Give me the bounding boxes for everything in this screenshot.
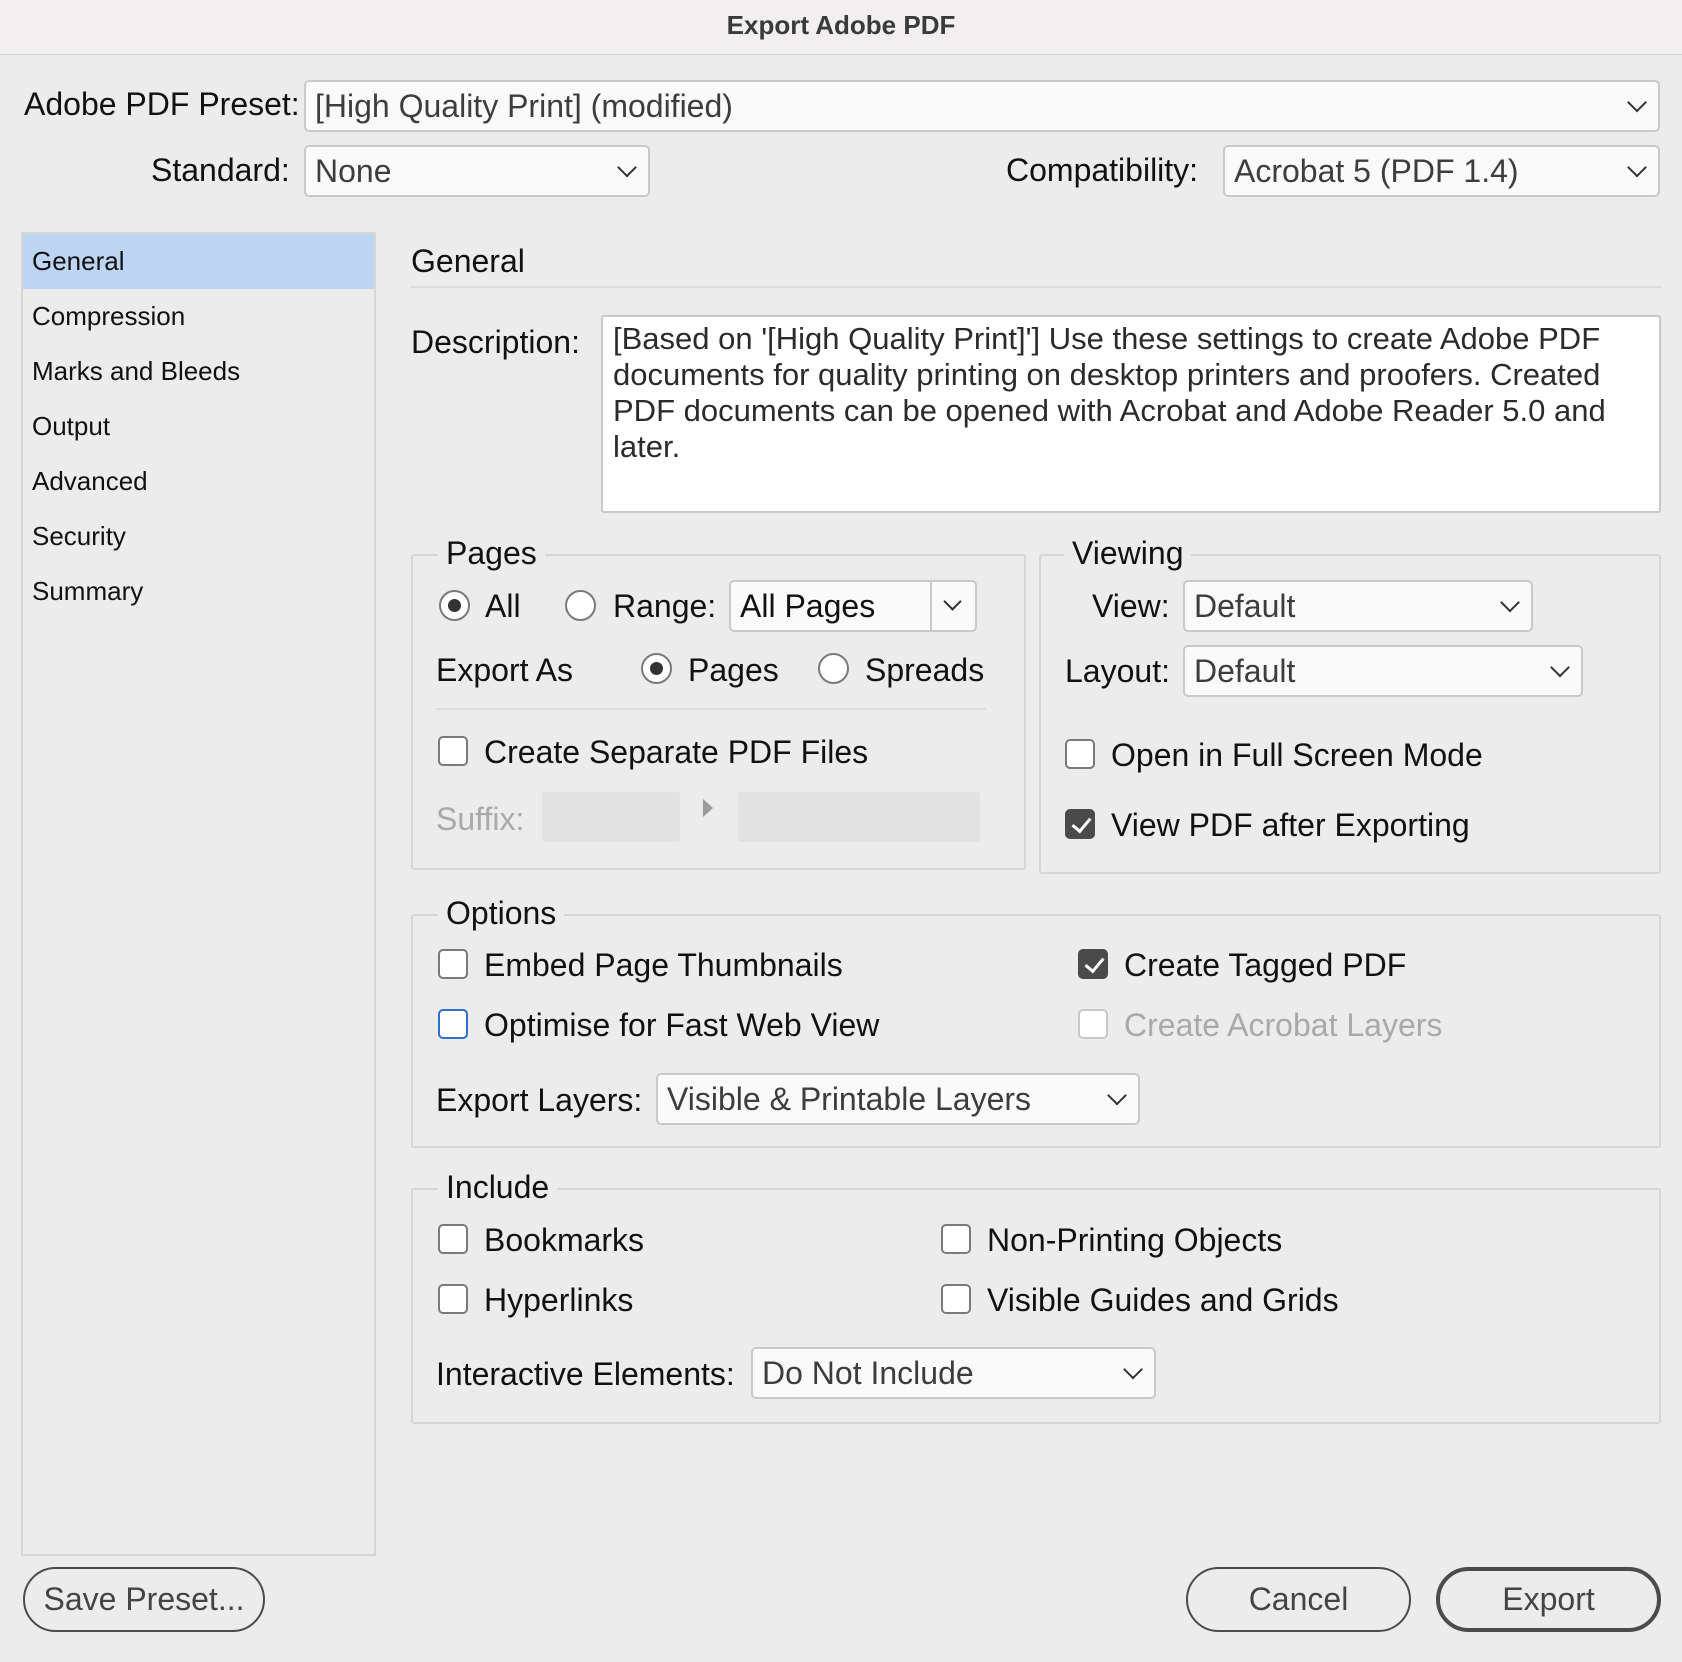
interactive-elements-dropdown[interactable]: Do Not Include	[751, 1347, 1156, 1399]
full-screen-checkbox[interactable]	[1065, 739, 1095, 769]
range-radio[interactable]	[565, 590, 596, 621]
bookmarks-checkbox[interactable]	[438, 1224, 468, 1254]
sidebar-item-security[interactable]: Security	[23, 509, 374, 564]
viewing-legend: Viewing	[1064, 533, 1192, 573]
view-after-export-checkbox[interactable]	[1065, 809, 1095, 839]
export-layers-value: Visible & Printable Layers	[667, 1080, 1032, 1117]
export-as-label: Export As	[436, 652, 573, 688]
preset-value: [High Quality Print] (modified)	[315, 87, 733, 124]
suffix-label: Suffix:	[436, 801, 525, 837]
preset-dropdown[interactable]: [High Quality Print] (modified)	[304, 80, 1660, 132]
sidebar-item-output[interactable]: Output	[23, 399, 374, 454]
chevron-down-icon	[1550, 657, 1570, 678]
suffix-input	[542, 792, 680, 842]
sidebar-item-compression[interactable]: Compression	[23, 289, 374, 344]
preset-label: Adobe PDF Preset:	[24, 86, 300, 122]
separate-files-label: Create Separate PDF Files	[484, 734, 869, 770]
layout-value: Default	[1194, 652, 1296, 689]
compatibility-label: Compatibility:	[1006, 152, 1199, 188]
chevron-down-icon	[1627, 92, 1647, 113]
range-combobox[interactable]: All Pages	[729, 580, 977, 632]
view-value: Default	[1194, 587, 1296, 624]
standard-value: None	[315, 152, 392, 189]
all-radio[interactable]	[439, 590, 470, 621]
compatibility-dropdown[interactable]: Acrobat 5 (PDF 1.4)	[1223, 145, 1660, 197]
sidebar-item-marks-and-bleeds[interactable]: Marks and Bleeds	[23, 344, 374, 399]
bookmarks-label: Bookmarks	[484, 1222, 645, 1258]
guides-grids-checkbox[interactable]	[941, 1284, 971, 1314]
hyperlinks-label: Hyperlinks	[484, 1282, 634, 1318]
disclosure-triangle-icon	[703, 799, 713, 817]
export-pages-radio[interactable]	[641, 653, 672, 684]
sidebar-item-advanced[interactable]: Advanced	[23, 454, 374, 509]
view-dropdown[interactable]: Default	[1183, 580, 1533, 632]
pages-legend: Pages	[438, 533, 545, 573]
panel-title: General	[411, 243, 525, 279]
save-preset-button[interactable]: Save Preset...	[23, 1567, 265, 1632]
include-legend: Include	[438, 1167, 558, 1207]
layout-dropdown[interactable]: Default	[1183, 645, 1583, 697]
non-printing-objects-label: Non-Printing Objects	[987, 1222, 1283, 1258]
chevron-down-icon	[943, 592, 962, 611]
suffix-preview-field	[738, 792, 980, 842]
guides-grids-label: Visible Guides and Grids	[987, 1282, 1339, 1318]
options-legend: Options	[438, 893, 565, 933]
fast-web-view-label: Optimise for Fast Web View	[484, 1007, 880, 1043]
hyperlinks-checkbox[interactable]	[438, 1284, 468, 1314]
export-spreads-radio[interactable]	[818, 653, 849, 684]
all-label: All	[485, 588, 521, 624]
export-button[interactable]: Export	[1436, 1567, 1661, 1632]
export-spreads-label: Spreads	[865, 652, 985, 688]
acrobat-layers-checkbox	[1078, 1009, 1108, 1039]
layout-label: Layout:	[1065, 653, 1170, 689]
range-dropdown-button[interactable]	[930, 582, 975, 630]
range-label: Range:	[613, 588, 717, 624]
full-screen-label: Open in Full Screen Mode	[1111, 737, 1483, 773]
acrobat-layers-label: Create Acrobat Layers	[1124, 1007, 1443, 1043]
standard-dropdown[interactable]: None	[304, 145, 650, 197]
interactive-elements-value: Do Not Include	[762, 1354, 974, 1391]
divider	[436, 708, 986, 710]
separate-files-checkbox[interactable]	[438, 736, 468, 766]
embed-thumbnails-checkbox[interactable]	[438, 949, 468, 979]
sidebar-item-general[interactable]: General	[23, 234, 374, 289]
compatibility-value: Acrobat 5 (PDF 1.4)	[1234, 152, 1519, 189]
chevron-down-icon	[1123, 1359, 1143, 1380]
chevron-down-icon	[1107, 1085, 1127, 1106]
chevron-down-icon	[1500, 592, 1520, 613]
export-layers-label: Export Layers:	[436, 1082, 643, 1118]
divider	[411, 286, 1661, 288]
description-textarea[interactable]: [Based on '[High Quality Print]'] Use th…	[601, 315, 1661, 513]
range-value: All Pages	[740, 587, 876, 624]
window-title: Export Adobe PDF	[0, 0, 1682, 55]
view-label: View:	[1092, 588, 1170, 624]
non-printing-objects-checkbox[interactable]	[941, 1224, 971, 1254]
chevron-down-icon	[617, 157, 637, 178]
view-after-export-label: View PDF after Exporting	[1111, 807, 1470, 843]
tagged-pdf-label: Create Tagged PDF	[1124, 947, 1407, 983]
export-layers-dropdown[interactable]: Visible & Printable Layers	[656, 1073, 1140, 1125]
fast-web-view-checkbox[interactable]	[438, 1009, 468, 1039]
sidebar-item-summary[interactable]: Summary	[23, 564, 374, 619]
cancel-button[interactable]: Cancel	[1186, 1567, 1411, 1632]
tagged-pdf-checkbox[interactable]	[1078, 949, 1108, 979]
export-pages-label: Pages	[688, 652, 779, 688]
category-sidebar: General Compression Marks and Bleeds Out…	[21, 232, 376, 1556]
description-label: Description:	[411, 324, 580, 360]
interactive-elements-label: Interactive Elements:	[436, 1356, 735, 1392]
embed-thumbnails-label: Embed Page Thumbnails	[484, 947, 843, 983]
chevron-down-icon	[1627, 157, 1647, 178]
standard-label: Standard:	[151, 152, 290, 188]
